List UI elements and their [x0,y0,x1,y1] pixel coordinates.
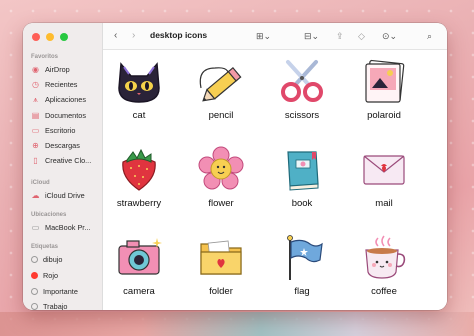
file-item-scissors[interactable]: scissors [262,58,342,121]
tag-dot-icon [31,303,38,310]
grid-view-icon[interactable]: ⊞⌄ [256,29,271,43]
sidebar: Favoritos ◉ AirDrop ◷ Recientes ⩚ Aplicacio… [23,23,103,310]
sidebar-item-descargas[interactable]: ⊕ Descargas [31,141,101,150]
file-name: flower [208,198,234,209]
sidebar-item-aplicaciones[interactable]: ⩚ Aplicaciones [31,95,101,104]
sidebar-tag-trabajo[interactable]: Trabajo [31,302,101,310]
polaroid-icon [365,59,405,103]
sidebar-section-icloud: iCloud [31,180,50,186]
pencil-icon [199,66,242,102]
back-icon[interactable]: ‹ [114,29,117,43]
sidebar-tag-importante[interactable]: Importante [31,287,101,296]
sidebar-section-etiquetas: Etiquetas [31,244,59,250]
finder-window: Favoritos ◉ AirDrop ◷ Recientes ⩚ Aplicacio… [23,23,447,310]
minimize-button[interactable] [46,33,54,41]
file-item-polaroid[interactable]: polaroid [344,58,424,121]
cloud-icon: ☁ [31,191,40,200]
scissors-icon [281,60,323,102]
sidebar-tag-rojo[interactable]: Rojo [31,271,101,280]
file-name: folder [209,286,233,297]
airdrop-icon: ◉ [32,65,39,74]
file-item-coffee[interactable]: coffee [344,234,424,297]
file-item-book[interactable]: book [262,146,342,209]
file-item-mail[interactable]: mail [344,146,424,209]
sidebar-item-macbook[interactable]: ▭ MacBook Pr... [31,223,101,232]
group-view-icon[interactable]: ⊟⌄ [304,29,319,43]
file-item-flower[interactable]: flower [181,146,261,209]
desktop-photo-strip [0,312,474,336]
coffee-icon [365,235,406,279]
tag-dot-icon [31,256,38,263]
window-controls [32,33,68,41]
file-item-cat[interactable]: cat [99,58,179,121]
file-name: pencil [208,110,234,121]
window-title: desktop icons [150,30,208,40]
file-name: coffee [371,286,397,297]
share-icon[interactable]: ⇪ [336,29,344,43]
file-item-folder[interactable]: folder [181,234,261,297]
file-name: flag [294,286,310,297]
file-item-flag[interactable]: flag [262,234,342,297]
more-options-icon[interactable]: ⊙⌄ [382,29,397,43]
forward-icon[interactable]: › [132,29,135,43]
file-item-strawberry[interactable]: strawberry [99,146,179,209]
applications-icon: ⩚ [33,95,38,104]
desktop-icon: ▭ [31,126,40,135]
file-grid: cat pencil scissors polaroid strawberry … [103,50,447,310]
book-icon [287,151,319,191]
search-icon[interactable]: ⌕ [427,29,432,43]
file-name: mail [375,198,393,209]
mail-icon [363,155,405,185]
file-item-pencil[interactable]: pencil [181,58,261,121]
sidebar-section-favoritos: Favoritos [31,54,59,60]
file-name: strawberry [116,198,162,209]
red-tag-dot-icon [31,272,38,279]
sidebar-tag-dibujo[interactable]: dibujo [31,255,101,264]
sidebar-item-escritorio[interactable]: ▭ Escritorio [31,126,101,135]
laptop-icon: ▭ [31,223,40,232]
clock-icon: ◷ [32,80,39,89]
folder-icon [200,240,242,275]
file-name: scissors [284,110,320,121]
download-icon: ⊕ [32,141,39,150]
close-button[interactable] [32,33,40,41]
sidebar-item-icloud-drive[interactable]: ☁ iCloud Drive [31,191,101,200]
file-name: camera [123,286,155,297]
flower-icon [198,146,244,190]
flag-icon [287,235,323,280]
sidebar-section-ubicaciones: Ubicaciones [31,212,67,218]
file-icon: ▯ [33,156,38,165]
sidebar-item-documentos[interactable]: ▤ Documentos [31,111,101,120]
sidebar-item-recientes[interactable]: ◷ Recientes [31,80,101,89]
tag-icon[interactable]: ◇ [358,29,365,43]
file-name: polaroid [367,110,401,121]
toolbar: ‹ › desktop icons ⊞⌄ ⊟⌄ ⇪ ◇ ⊙⌄ ⌕ [103,23,447,50]
cat-icon [118,62,160,103]
file-name: cat [132,110,146,121]
camera-icon [118,238,162,275]
tag-dot-icon [31,288,38,295]
document-icon: ▤ [31,111,40,120]
sidebar-item-airdrop[interactable]: ◉ AirDrop [31,65,101,74]
zoom-button[interactable] [60,33,68,41]
sidebar-item-creative-cloud[interactable]: ▯ Creative Clo... [31,156,101,165]
file-name: book [291,198,313,209]
file-item-camera[interactable]: camera [99,234,179,297]
strawberry-icon [122,148,156,191]
